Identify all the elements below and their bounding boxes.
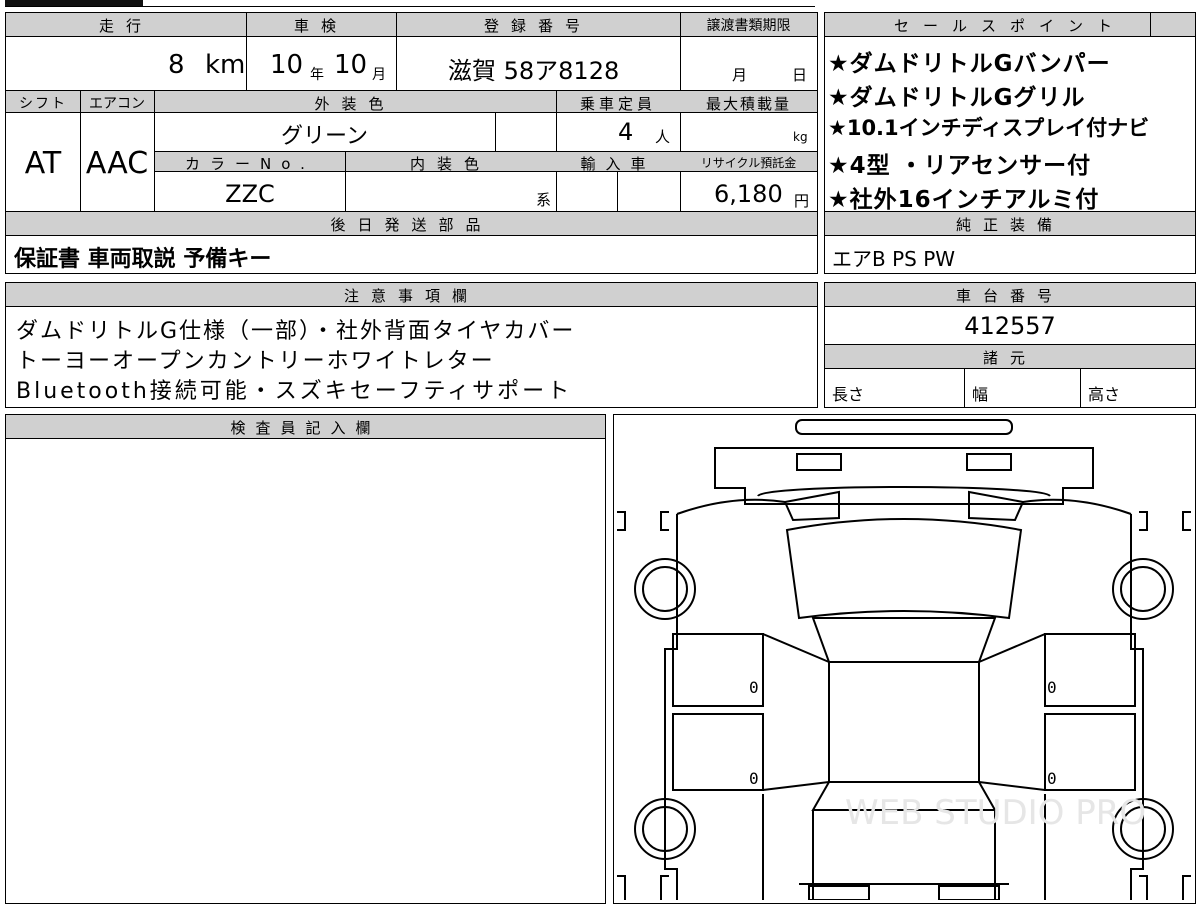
interior-color-label: 内装色 bbox=[409, 155, 491, 173]
specs-label: 諸元 bbox=[982, 349, 1037, 367]
damage-mark: 0 bbox=[749, 769, 759, 788]
aircon-label: エアコン bbox=[89, 96, 145, 112]
recycle-label: リサイクル預託金 bbox=[700, 156, 797, 170]
shift-label: シフト bbox=[19, 96, 67, 112]
note-line: Bluetooth接続可能・スズキセーフティサポート bbox=[16, 379, 573, 404]
spec-length: 長さ bbox=[832, 385, 865, 404]
recycle-value: 6,180 bbox=[714, 180, 783, 208]
exterior-color-label: 外装色 bbox=[314, 95, 396, 113]
damage-mark: 0 bbox=[1047, 769, 1057, 788]
damage-mark: 0 bbox=[1047, 678, 1057, 697]
sales-point: ★社外16インチアルミ付 bbox=[828, 187, 1100, 213]
color-no-value: ZZC bbox=[225, 180, 275, 208]
month-unit: 月 bbox=[372, 67, 386, 83]
shift-value: AT bbox=[24, 146, 62, 181]
later-parts-label: 後日発送部品 bbox=[330, 216, 493, 234]
watermark: WEB STUDIO PRO bbox=[845, 793, 1146, 833]
note-line: ダムドリトルG仕様（一部）・社外背面タイヤカバー bbox=[16, 319, 576, 344]
damage-mark: 0 bbox=[749, 678, 759, 697]
recycle-unit: 円 bbox=[794, 192, 810, 210]
exterior-color-value: グリーン bbox=[281, 124, 368, 149]
capacity-label: 乗車定員 bbox=[579, 95, 656, 113]
chassis-number: 412557 bbox=[964, 312, 1056, 340]
sales-point: ★4型 ・リアセンサー付 bbox=[828, 153, 1092, 179]
genuine-equipment-label: 純正装備 bbox=[955, 216, 1064, 234]
genuine-equipment-value: エアB PS PW bbox=[832, 247, 956, 271]
mileage-label: 走行 bbox=[98, 17, 153, 35]
registration-label: 登録番号 bbox=[483, 17, 592, 35]
sales-point: ★ダムドリトルGグリル bbox=[828, 85, 1086, 111]
max-load-label: 最大積載量 bbox=[705, 95, 791, 113]
notes-label: 注意事項欄 bbox=[343, 287, 479, 305]
mileage-value: 8 bbox=[168, 50, 185, 80]
sales-point: ★ダムドリトルGバンパー bbox=[828, 51, 1111, 77]
inspection-label: 車検 bbox=[293, 17, 348, 35]
note-line: トーヨーオープンカントリーホワイトレター bbox=[16, 349, 495, 374]
import-label: 輸入車 bbox=[580, 155, 656, 173]
transfer-deadline-label: 譲渡書類期限 bbox=[706, 18, 791, 34]
deadline-day: 日 bbox=[792, 66, 808, 84]
vehicle-diagram: 0 0 0 0 WEB STUDIO PRO bbox=[617, 419, 1191, 900]
inspection-month: 10 bbox=[334, 50, 368, 80]
inspector-label: 検査員記入欄 bbox=[230, 419, 381, 437]
aircon-value: AAC bbox=[85, 146, 149, 181]
color-no-label: カラーNo. bbox=[185, 155, 315, 173]
capacity-value: 4 bbox=[618, 118, 634, 146]
spec-height: 高さ bbox=[1088, 385, 1121, 404]
capacity-unit: 人 bbox=[655, 128, 671, 146]
max-load-unit: kg bbox=[793, 130, 808, 144]
year-unit: 年 bbox=[310, 67, 324, 83]
sales-point: ★10.1インチディスプレイ付ナビ bbox=[828, 116, 1150, 140]
mileage-unit: km bbox=[205, 50, 246, 80]
registration-number: 滋賀 58ア8128 bbox=[448, 57, 620, 85]
deadline-month: 月 bbox=[732, 66, 748, 84]
inspector-box bbox=[5, 414, 606, 904]
chassis-label: 車台番号 bbox=[955, 287, 1064, 305]
later-parts-value: 保証書 車両取説 予備キー bbox=[14, 247, 272, 272]
inspection-year: 10 bbox=[270, 50, 304, 80]
interior-suffix: 系 bbox=[536, 191, 552, 209]
spec-width: 幅 bbox=[972, 385, 989, 404]
sales-points-label: セールスポイント bbox=[893, 17, 1126, 35]
